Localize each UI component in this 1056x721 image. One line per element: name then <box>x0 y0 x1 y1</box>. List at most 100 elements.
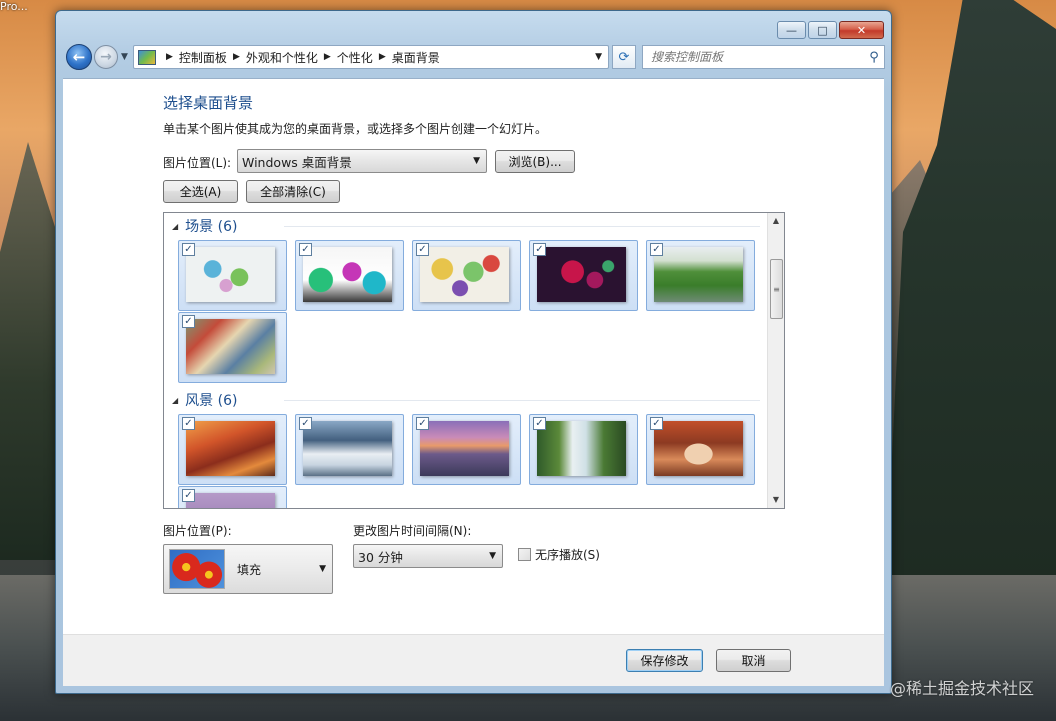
wallpaper-image <box>186 421 275 476</box>
chevron-right-icon[interactable]: ▶ <box>233 52 240 62</box>
page-title: 选择桌面背景 <box>163 94 254 112</box>
cancel-button[interactable]: 取消 <box>716 649 791 672</box>
scroll-up-icon[interactable]: ▲ <box>768 213 784 229</box>
collapse-triangle-icon[interactable]: ◢ <box>172 396 178 405</box>
footer-bar: 保存修改 取消 <box>63 634 884 686</box>
wallpaper-thumbnail[interactable]: ✓ <box>178 414 287 485</box>
wallpaper-checkbox[interactable]: ✓ <box>299 417 312 430</box>
wallpaper-thumbnail[interactable]: ✓ <box>529 414 638 485</box>
recent-pages-dropdown[interactable]: ▼ <box>121 52 128 62</box>
interval-value: 30 分钟 <box>358 549 403 565</box>
wallpaper-checkbox[interactable]: ✓ <box>182 417 195 430</box>
wallpaper-image <box>537 421 626 476</box>
chevron-right-icon[interactable]: ▶ <box>324 52 331 62</box>
wallpaper-checkbox[interactable]: ✓ <box>650 243 663 256</box>
shuffle-checkbox[interactable]: 无序播放(S) <box>518 546 600 563</box>
flower-preview-icon <box>169 549 225 589</box>
maximize-button[interactable]: □ <box>808 21 837 39</box>
wallpaper-image <box>186 247 275 302</box>
picture-position-value: 填充 <box>237 562 262 577</box>
page-subtitle: 单击某个图片使其成为您的桌面背景，或选择多个图片创建一个幻灯片。 <box>163 122 548 136</box>
arrow-left-icon: ← <box>72 48 86 66</box>
watermark-text: @稀土掘金技术社区 <box>889 679 1034 698</box>
wallpaper-image <box>420 247 509 302</box>
browse-button[interactable]: 浏览(B)... <box>495 150 575 173</box>
wallpaper-thumbnail[interactable]: ✓ <box>295 414 404 485</box>
wallpaper-image <box>654 421 743 476</box>
collapse-triangle-icon[interactable]: ◢ <box>172 222 178 231</box>
picture-position-label: 图片位置(P): <box>163 524 232 538</box>
address-dropdown-icon[interactable]: ▼ <box>595 52 602 62</box>
back-button[interactable]: ← <box>66 44 92 70</box>
wallpaper-thumbnail[interactable]: ✓ <box>178 240 287 311</box>
navigation-bar: ← → ▼ ▶ 控制面板 ▶ 外观和个性化 ▶ 个性化 ▶ 桌面背景 ▼ ⟳ ⚲ <box>64 44 885 72</box>
picture-location-label: 图片位置(L): <box>163 156 232 170</box>
wallpaper-checkbox[interactable]: ✓ <box>182 315 195 328</box>
wallpaper-image <box>420 421 509 476</box>
wallpaper-thumbnail[interactable]: ✓ <box>646 414 755 485</box>
wallpaper-image <box>186 319 275 374</box>
search-icon[interactable]: ⚲ <box>864 50 884 65</box>
wallpaper-checkbox[interactable]: ✓ <box>650 417 663 430</box>
breadcrumb-desktop-background[interactable]: 桌面背景 <box>392 49 440 66</box>
select-all-button[interactable]: 全选(A) <box>163 180 238 203</box>
wallpaper-thumbnail[interactable]: ✓ <box>646 240 755 311</box>
desktop-icon-label[interactable]: Pro... <box>0 0 28 13</box>
wallpaper-checkbox[interactable]: ✓ <box>416 417 429 430</box>
group-name: 场景 (6) <box>185 219 238 235</box>
wallpaper-checkbox[interactable]: ✓ <box>533 417 546 430</box>
control-panel-icon <box>138 49 156 65</box>
clear-all-button[interactable]: 全部清除(C) <box>246 180 340 203</box>
address-bar[interactable]: ▶ 控制面板 ▶ 外观和个性化 ▶ 个性化 ▶ 桌面背景 ▼ <box>133 45 609 69</box>
chevron-right-icon[interactable]: ▶ <box>166 52 173 62</box>
checkbox-box[interactable] <box>518 548 531 561</box>
wallpaper-checkbox[interactable]: ✓ <box>182 489 195 502</box>
search-box[interactable]: ⚲ <box>642 45 885 69</box>
interval-select[interactable]: 30 分钟 ▼ <box>353 544 503 568</box>
scrollbar-thumb[interactable]: ≡ <box>770 259 783 319</box>
group-divider <box>284 400 760 401</box>
wallpaper-checkbox[interactable]: ✓ <box>182 243 195 256</box>
control-panel-window: — □ ✕ ← → ▼ ▶ 控制面板 ▶ 外观和个性化 ▶ 个性化 ▶ 桌面背景… <box>55 10 892 694</box>
breadcrumb-personalization[interactable]: 个性化 <box>337 49 373 66</box>
chevron-right-icon[interactable]: ▶ <box>379 52 386 62</box>
wallpaper-image <box>537 247 626 302</box>
caption-buttons: — □ ✕ <box>777 21 884 39</box>
wallpaper-gallery: ◢ 场景 (6) ✓ ✓ ✓ ✓ ✓ ✓ ◢ 风景 (6) ✓ ✓ ✓ ✓ ✓ … <box>163 212 785 509</box>
wallpaper-checkbox[interactable]: ✓ <box>299 243 312 256</box>
picture-position-select[interactable]: 填充 ▼ <box>163 544 333 594</box>
save-button[interactable]: 保存修改 <box>626 649 703 672</box>
scroll-down-icon[interactable]: ▼ <box>768 492 784 508</box>
wallpaper-thumbnail[interactable]: ✓ <box>178 312 287 383</box>
picture-location-value: Windows 桌面背景 <box>242 154 352 170</box>
wallpaper-checkbox[interactable]: ✓ <box>416 243 429 256</box>
wallpaper-thumbnail[interactable]: ✓ <box>412 414 521 485</box>
close-button[interactable]: ✕ <box>839 21 884 39</box>
search-input[interactable] <box>643 47 864 67</box>
breadcrumb-appearance[interactable]: 外观和个性化 <box>246 49 318 66</box>
refresh-button[interactable]: ⟳ <box>612 45 636 69</box>
wallpaper-thumbnail[interactable]: ✓ <box>412 240 521 311</box>
wallpaper-image <box>654 247 743 302</box>
gallery-scrollbar[interactable]: ▲ ≡ ▼ <box>767 213 784 508</box>
minimize-button[interactable]: — <box>777 21 806 39</box>
chevron-down-icon: ▼ <box>489 551 496 561</box>
wallpaper-thumbnail[interactable]: ✓ <box>529 240 638 311</box>
desktop-mountain-right <box>886 0 1056 580</box>
breadcrumb-control-panel[interactable]: 控制面板 <box>179 49 227 66</box>
shuffle-label: 无序播放(S) <box>535 548 600 562</box>
group-header-landscapes[interactable]: ◢ 风景 (6) <box>172 390 237 410</box>
group-header-scenes[interactable]: ◢ 场景 (6) <box>172 216 237 236</box>
forward-button[interactable]: → <box>94 45 118 69</box>
chevron-down-icon: ▼ <box>319 564 326 574</box>
wallpaper-thumbnail[interactable]: ✓ <box>178 486 287 508</box>
chevron-down-icon: ▼ <box>473 156 480 166</box>
wallpaper-image <box>186 493 275 508</box>
wallpaper-checkbox[interactable]: ✓ <box>533 243 546 256</box>
wallpaper-thumbnail[interactable]: ✓ <box>295 240 404 311</box>
refresh-icon: ⟳ <box>618 49 630 65</box>
wallpaper-image <box>303 421 392 476</box>
interval-label: 更改图片时间间隔(N): <box>353 524 472 538</box>
wallpaper-image <box>303 247 392 302</box>
picture-location-select[interactable]: Windows 桌面背景 ▼ <box>237 149 487 173</box>
